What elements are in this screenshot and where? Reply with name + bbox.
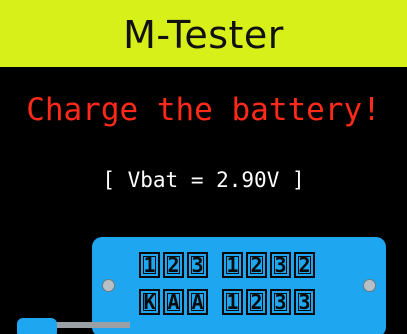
socket-lever-arm <box>52 322 130 328</box>
pin-label: A <box>187 289 208 315</box>
pin-label: 3 <box>270 289 291 315</box>
zif-socket-graphic: 1 2 3 1 2 3 2 K A A 1 2 3 3 <box>92 237 386 334</box>
socket-mount-hole-left <box>102 279 115 292</box>
pin-label: 2 <box>246 289 267 315</box>
socket-lever-knob <box>17 318 57 334</box>
pin-label: 3 <box>294 289 315 315</box>
pin-label: 3 <box>187 252 208 278</box>
pin-group-gap <box>211 289 219 315</box>
socket-mount-hole-right <box>363 279 376 292</box>
pin-label: 2 <box>294 252 315 278</box>
pin-label: K <box>139 289 160 315</box>
title-bar: M-Tester <box>0 0 407 67</box>
pin-label: 1 <box>139 252 160 278</box>
app-title: M-Tester <box>123 12 284 57</box>
socket-pin-row-bottom: K A A 1 2 3 3 <box>139 289 315 315</box>
battery-warning-message: Charge the battery! <box>26 92 381 128</box>
pin-label: 3 <box>270 252 291 278</box>
pin-label: 1 <box>222 289 243 315</box>
socket-pin-row-top: 1 2 3 1 2 3 2 <box>139 252 315 278</box>
pin-label: 1 <box>222 252 243 278</box>
battery-voltage-readout: [ Vbat = 2.90V ] <box>102 168 305 192</box>
tester-screen: M-Tester Charge the battery! [ Vbat = 2.… <box>0 0 407 334</box>
pin-group-gap <box>211 252 219 278</box>
pin-label: A <box>163 289 184 315</box>
pin-label: 2 <box>163 252 184 278</box>
pin-label: 2 <box>246 252 267 278</box>
